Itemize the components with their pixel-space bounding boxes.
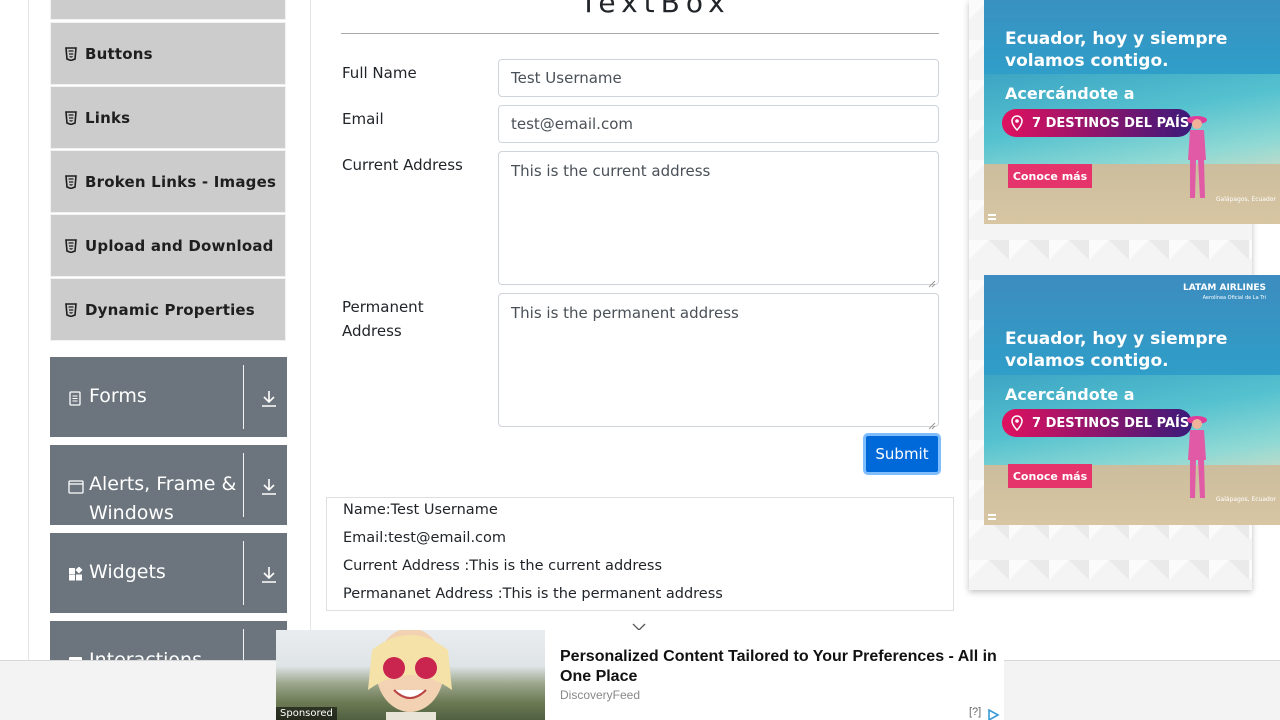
chevron-down-icon[interactable] bbox=[632, 617, 646, 631]
sidebar-item-label: Broken Links - Images bbox=[85, 172, 277, 191]
html5-icon bbox=[65, 302, 79, 317]
window-icon bbox=[68, 479, 84, 494]
download-arrow-icon[interactable] bbox=[259, 389, 279, 411]
divider bbox=[341, 33, 939, 34]
group-separator bbox=[243, 453, 244, 517]
output-permanent-address: Permananet Address :This is the permanen… bbox=[343, 586, 723, 602]
sidebar-group-forms[interactable]: Forms bbox=[50, 357, 287, 437]
ad-banner-top[interactable]: LATAM AIRLINESAerolínea Oficial de La Tr… bbox=[984, 0, 1280, 224]
ad-destinations-pill: 7 DESTINOS DEL PAÍS bbox=[1002, 109, 1192, 137]
html5-icon bbox=[65, 238, 79, 253]
permanent-address-label-line1: Permanent bbox=[342, 298, 424, 316]
current-address-label: Current Address bbox=[342, 156, 463, 174]
output-email: Email:test@email.com bbox=[343, 530, 507, 546]
ad-headline-line2: volamos contigo. bbox=[1005, 51, 1169, 71]
ad-info-link[interactable]: [?] bbox=[969, 706, 981, 718]
ad-location: Galápagos, Ecuador bbox=[1215, 496, 1276, 503]
sponsored-tag: Sponsored bbox=[276, 707, 337, 720]
output-current-address: Current Address :This is the current add… bbox=[343, 558, 663, 574]
page-title: TextBox bbox=[580, 0, 731, 19]
output-panel: Name:Test Username Email:test@email.com … bbox=[326, 497, 954, 611]
sponsored-headline[interactable]: Personalized Content Tailored to Your Pr… bbox=[560, 647, 1000, 687]
group-title: Forms bbox=[89, 385, 147, 407]
sidebar-item-broken-links[interactable]: Broken Links - Images bbox=[50, 150, 286, 213]
ad-menu-icon[interactable] bbox=[988, 514, 996, 520]
download-arrow-icon[interactable] bbox=[259, 565, 279, 587]
sidebar-item-links[interactable]: Links bbox=[50, 86, 286, 149]
output-name: Name:Test Username bbox=[343, 502, 498, 518]
group-separator bbox=[243, 541, 244, 605]
ad-headline-line2: volamos contigo. bbox=[1005, 351, 1169, 371]
group-title: Widgets bbox=[89, 561, 166, 583]
sponsored-ad-image: Sponsored bbox=[276, 630, 545, 720]
permanent-address-value: This is the permanent address bbox=[511, 304, 739, 322]
email-label: Email bbox=[342, 110, 384, 128]
location-pin-icon bbox=[1010, 415, 1024, 432]
sidebar-item-label: Upload and Download bbox=[85, 236, 274, 255]
submit-button[interactable]: Submit bbox=[863, 433, 941, 475]
full-name-input[interactable]: Test Username bbox=[498, 59, 939, 97]
ad-menu-icon[interactable] bbox=[988, 214, 996, 220]
current-address-value: This is the current address bbox=[511, 162, 711, 180]
sidebar-item-dynamic-properties[interactable]: Dynamic Properties bbox=[50, 278, 286, 341]
sidebar-item-upload-download[interactable]: Upload and Download bbox=[50, 214, 286, 277]
sidebar-group-widgets[interactable]: Widgets bbox=[50, 533, 287, 613]
resize-grip-icon[interactable] bbox=[928, 416, 936, 430]
group-separator bbox=[243, 365, 244, 429]
ad-headline-line1: Ecuador, hoy y siempre bbox=[1005, 329, 1228, 349]
html5-icon bbox=[65, 110, 79, 125]
sidebar-item-partial[interactable] bbox=[50, 0, 286, 20]
sidebar-item-label: Buttons bbox=[85, 44, 153, 63]
sponsored-source: DiscoveryFeed bbox=[560, 688, 641, 702]
group-title: Interactions bbox=[89, 649, 202, 661]
permanent-address-label-line2: Address bbox=[342, 322, 402, 340]
ad-subline: Acercándote a bbox=[1005, 84, 1135, 103]
location-pin-icon bbox=[1010, 115, 1024, 132]
widgets-icon bbox=[68, 566, 83, 581]
ad-location: Galápagos, Ecuador bbox=[1215, 196, 1276, 203]
ad-cta-button[interactable]: Conoce más bbox=[1008, 164, 1092, 188]
download-arrow-icon[interactable] bbox=[259, 477, 279, 499]
ad-person-illustration bbox=[1187, 416, 1207, 498]
email-input[interactable]: test@email.com bbox=[498, 105, 939, 143]
ad-person-illustration bbox=[1187, 116, 1207, 198]
sponsored-ad[interactable]: Sponsored Personalized Content Tailored … bbox=[276, 630, 1004, 720]
group-title-line2: Windows bbox=[89, 502, 174, 524]
html5-icon bbox=[65, 46, 79, 61]
ad-brand: LATAM AIRLINESAerolínea Oficial de La Tr… bbox=[1183, 0, 1266, 2]
group-separator bbox=[243, 629, 244, 661]
ad-cta-button[interactable]: Conoce más bbox=[1008, 464, 1092, 488]
sidebar-item-buttons[interactable]: Buttons bbox=[50, 22, 286, 85]
ad-brand: LATAM AIRLINESAerolínea Oficial de La Tr… bbox=[1183, 283, 1266, 301]
sidebar-item-label: Dynamic Properties bbox=[85, 300, 255, 319]
sidebar-group-alerts[interactable]: Alerts, Frame & Windows bbox=[50, 445, 287, 525]
current-address-textarea[interactable]: This is the current address bbox=[498, 151, 939, 288]
ad-headline-line1: Ecuador, hoy y siempre bbox=[1005, 29, 1228, 49]
sidebar-item-label: Links bbox=[85, 108, 131, 127]
ad-subline: Acercándote a bbox=[1005, 385, 1135, 404]
ad-destinations-pill: 7 DESTINOS DEL PAÍS bbox=[1002, 409, 1192, 437]
resize-grip-icon[interactable] bbox=[928, 274, 936, 288]
group-title-line1: Alerts, Frame & bbox=[89, 473, 237, 495]
full-name-label: Full Name bbox=[342, 64, 417, 82]
permanent-address-textarea[interactable]: This is the permanent address bbox=[498, 293, 939, 430]
document-icon bbox=[68, 391, 82, 406]
ad-banner-bottom[interactable]: LATAM AIRLINES Aerolínea Oficial de La Tr… bbox=[984, 275, 1280, 525]
sidebar-group-interactions[interactable]: Interactions bbox=[50, 621, 287, 661]
adchoices-icon[interactable] bbox=[987, 706, 1001, 720]
html5-icon bbox=[65, 174, 79, 189]
